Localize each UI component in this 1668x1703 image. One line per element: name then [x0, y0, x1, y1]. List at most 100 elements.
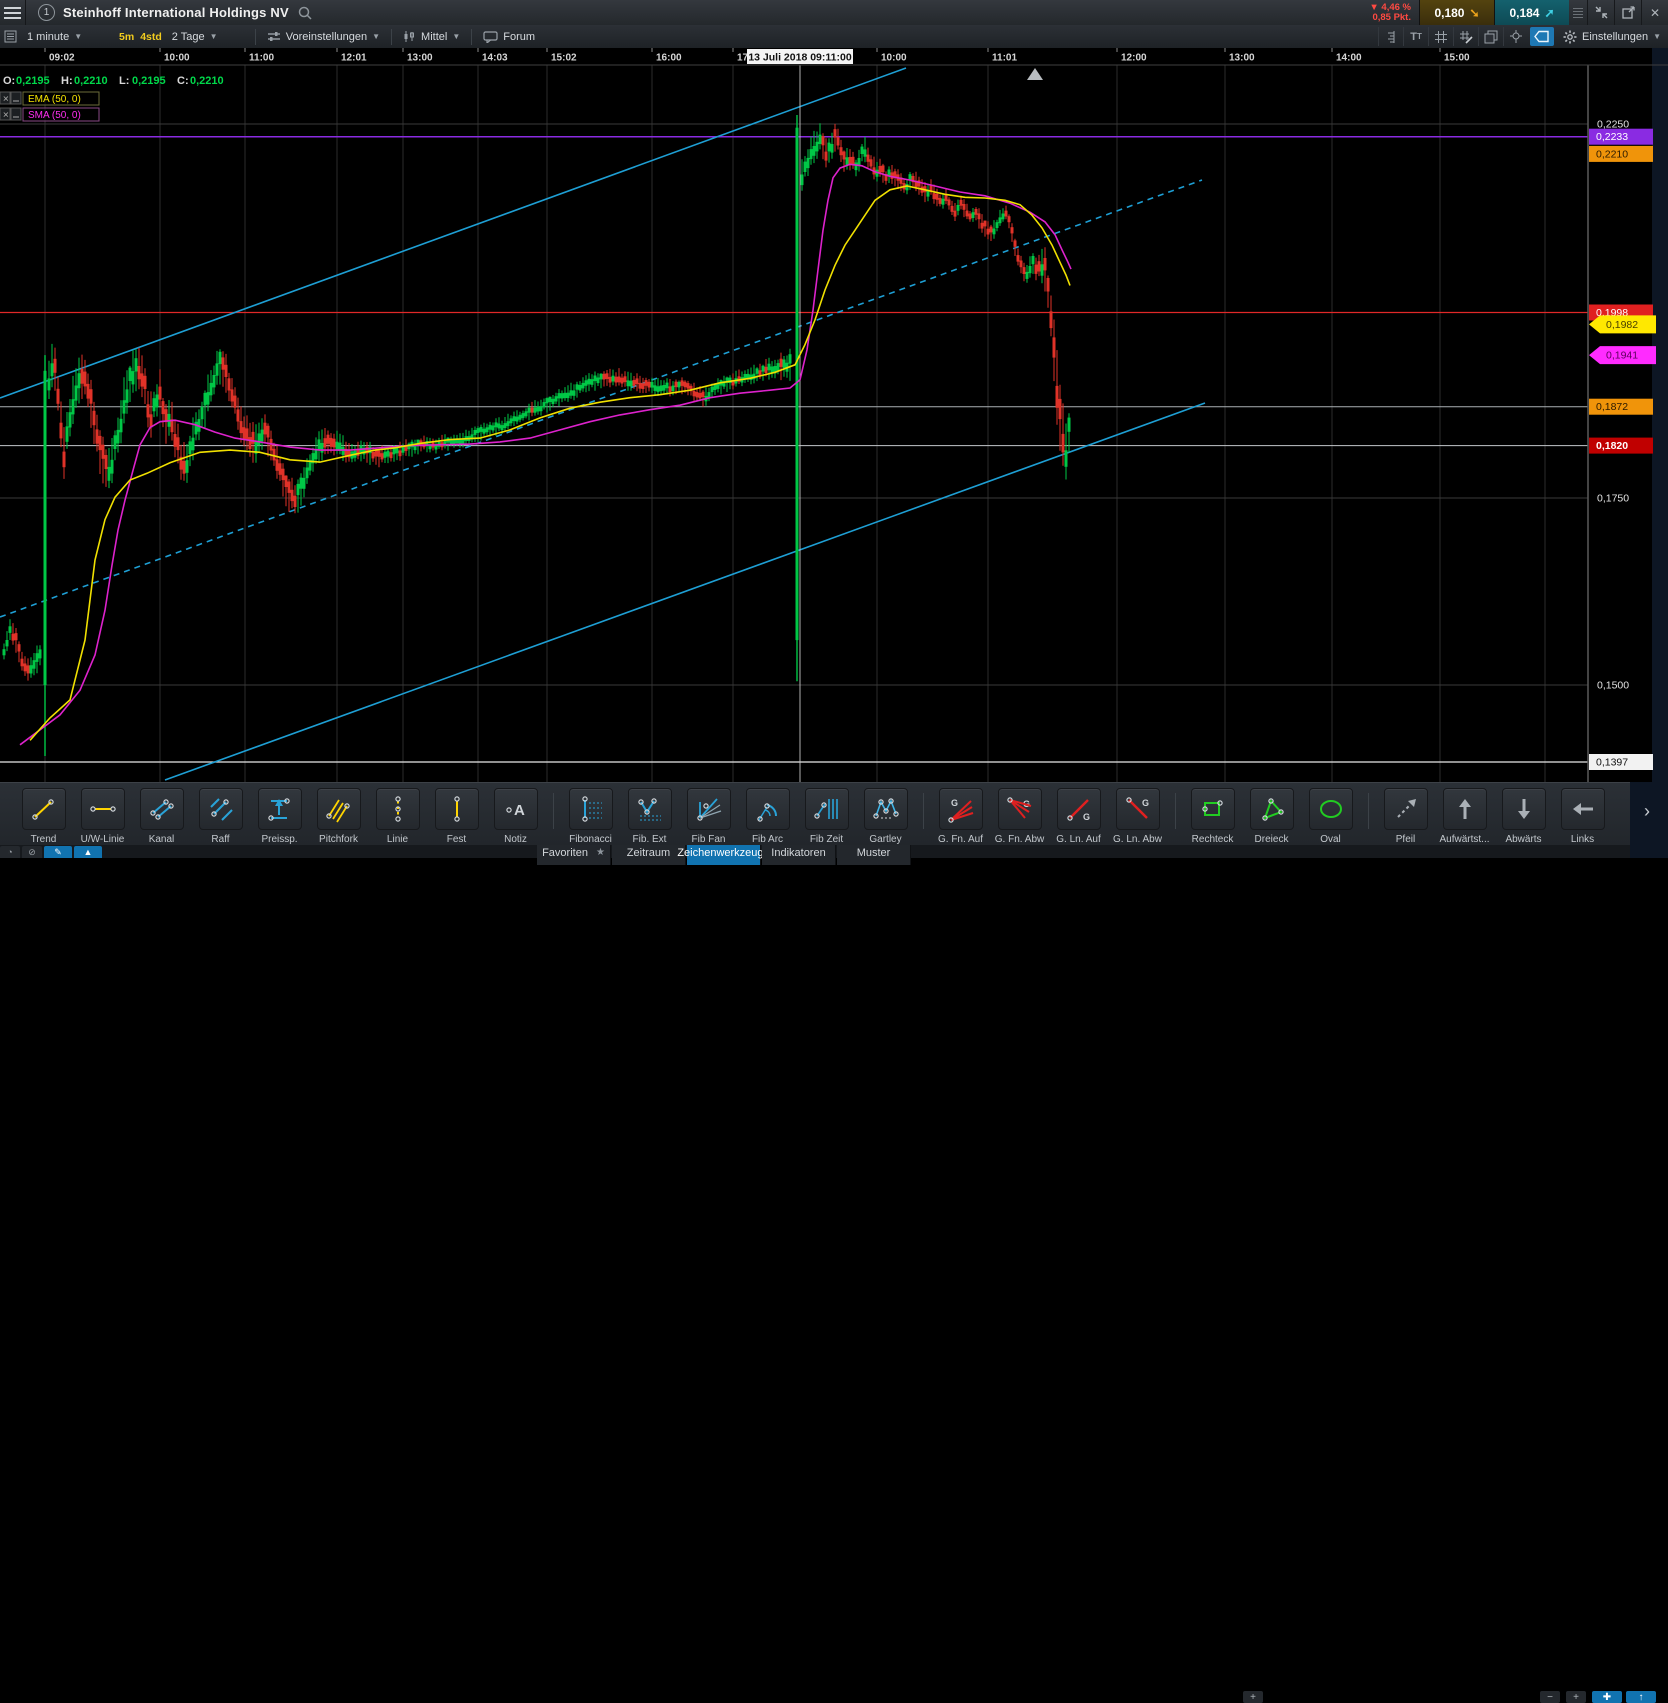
- watchlist-icon[interactable]: [0, 30, 20, 43]
- draw-tool-label: U/W-Linie: [80, 834, 125, 845]
- draw-tool-up[interactable]: Aufwärtst...: [1435, 783, 1494, 845]
- grid-icon[interactable]: [1428, 27, 1453, 46]
- draw-tool-fibfan[interactable]: Fib Fan: [679, 783, 738, 845]
- axes-mini-button[interactable]: ✚: [1592, 1691, 1622, 1703]
- star-icon[interactable]: ★: [596, 847, 605, 858]
- draw-tool-vline[interactable]: Fest: [427, 783, 486, 845]
- draw-tool-label: Fibonacci: [569, 834, 612, 845]
- draw-tool-vdash[interactable]: Linie: [368, 783, 427, 845]
- upload-mini-button[interactable]: ↑: [1626, 1691, 1656, 1703]
- tab-muster[interactable]: Muster: [837, 845, 911, 865]
- plus-mini-button[interactable]: +: [1243, 1691, 1263, 1703]
- chart-area[interactable]: 09:02 10:00 11:00 12:01 13:00 14:03 15:02 16:00…: [0, 48, 1668, 782]
- grid-edit-icon[interactable]: [1453, 27, 1478, 46]
- buy-price-button[interactable]: 0,184 ➚: [1494, 0, 1569, 25]
- range-dropdown[interactable]: 2 Tage ▼: [165, 25, 251, 48]
- chevron-down-icon: ▼: [209, 32, 218, 41]
- minus-mini-button[interactable]: −: [1540, 1691, 1560, 1703]
- draw-tool-label: Raff: [211, 834, 230, 845]
- tab-favoriten[interactable]: Favoriten ★: [537, 845, 611, 865]
- preis-icon: [267, 798, 290, 821]
- divider: [391, 28, 393, 45]
- trading-app-window: { "window": { "title": "Steinhoff Intern…: [0, 0, 1668, 1703]
- svg-text:0,2195: 0,2195: [132, 75, 166, 87]
- tab-zeitraum[interactable]: Zeitraum: [612, 845, 686, 865]
- draw-tool-label: Pfeil: [1395, 834, 1416, 845]
- toolbar-scroll-right-icon[interactable]: ›: [1634, 796, 1660, 826]
- instrument-number-icon: 1: [38, 4, 55, 21]
- draw-tool-tri[interactable]: Dreieck: [1242, 783, 1301, 845]
- tab-indikatoren[interactable]: Indikatoren: [762, 845, 836, 865]
- draw-tool-label: Fib Zeit: [809, 834, 844, 845]
- draw-tool-raff[interactable]: Raff: [191, 783, 250, 845]
- plus-mini-button[interactable]: +: [1566, 1691, 1586, 1703]
- price-tag-tool-icon[interactable]: [1530, 27, 1555, 46]
- price-chart-svg[interactable]: 09:02 10:00 11:00 12:01 13:00 14:03 15:02 16:00…: [0, 48, 1668, 782]
- draw-tool-glnauf[interactable]: G G. Ln. Auf: [1049, 783, 1108, 845]
- chart-type-dropdown[interactable]: Mittel ▼: [396, 25, 467, 48]
- draw-tool-left[interactable]: Links: [1553, 783, 1612, 845]
- disabled-mini-button[interactable]: ⊘: [22, 846, 42, 858]
- settings-dropdown[interactable]: Einstellungen ▼: [1556, 25, 1668, 48]
- draw-tool-label: Fib Fan: [691, 834, 726, 845]
- svg-text:0,1982: 0,1982: [1606, 319, 1638, 331]
- draw-tool-fibarc[interactable]: Fib Arc: [738, 783, 797, 845]
- chevron-down-icon: ▼: [372, 32, 381, 41]
- svg-text:G: G: [951, 798, 958, 808]
- draw-tool-glnabw[interactable]: G G. Ln. Abw: [1108, 783, 1167, 845]
- tab-zeichenwerkzeuge[interactable]: Zeichenwerkzeuge: [677, 845, 770, 865]
- sliders-icon: [267, 31, 280, 41]
- draw-tool-hline[interactable]: U/W-Linie: [73, 783, 132, 845]
- draw-tool-gfnabw[interactable]: G G. Fn. Abw: [990, 783, 1049, 845]
- preset-4std-button[interactable]: 4std: [137, 31, 165, 43]
- restore-window-button[interactable]: [1587, 0, 1614, 25]
- text-tool-icon[interactable]: TT: [1403, 27, 1428, 46]
- draw-tool-gartley[interactable]: Gartley: [856, 783, 915, 845]
- snap-magnet-icon[interactable]: [1503, 27, 1528, 46]
- draw-tool-preis[interactable]: Preissp.: [250, 783, 309, 845]
- svg-text:12:01: 12:01: [341, 53, 367, 64]
- draw-tool-pitch[interactable]: Pitchfork: [309, 783, 368, 845]
- eject-mini-button[interactable]: ▲: [74, 846, 102, 858]
- draw-tool-kanal[interactable]: Kanal: [132, 783, 191, 845]
- close-icon[interactable]: ✕: [1641, 0, 1668, 25]
- interval-dropdown[interactable]: 1 minute ▼: [20, 25, 116, 48]
- popout-window-button[interactable]: [1614, 0, 1641, 25]
- draw-tool-notiz[interactable]: A Notiz: [486, 783, 545, 845]
- pencil-mini-button[interactable]: ✎: [44, 846, 72, 858]
- instrument-title: Steinhoff International Holdings NV: [63, 5, 289, 20]
- down-icon: [1517, 799, 1530, 819]
- toolbar-group-divider: [1167, 783, 1183, 829]
- pfeil-icon: [1396, 799, 1416, 818]
- svg-text:0,2195: 0,2195: [16, 75, 50, 87]
- draw-tool-trend[interactable]: Trend: [14, 783, 73, 845]
- history-mini-button[interactable]: ◔: [0, 846, 20, 858]
- draw-tool-oval[interactable]: Oval: [1301, 783, 1360, 845]
- presets-dropdown[interactable]: Voreinstellungen ▼: [260, 25, 387, 48]
- draw-tool-fibzeit[interactable]: Fib Zeit: [797, 783, 856, 845]
- draw-tool-label: Links: [1570, 834, 1595, 845]
- forum-button[interactable]: Forum: [476, 25, 542, 48]
- draw-tool-gfnauf[interactable]: G G. Fn. Auf: [931, 783, 990, 845]
- draw-tool-rect[interactable]: Rechteck: [1183, 783, 1242, 845]
- draw-tool-label: Dreieck: [1254, 834, 1289, 845]
- draw-tool-label: Oval: [1320, 834, 1341, 845]
- sell-price-button[interactable]: 0,180 ➘: [1419, 0, 1494, 25]
- draw-tool-label: Abwärts: [1505, 834, 1542, 845]
- price-scale-icon[interactable]: [1378, 27, 1403, 46]
- svg-text:16:00: 16:00: [656, 53, 682, 64]
- drag-grip-icon[interactable]: [1573, 4, 1583, 22]
- draw-tool-pfeil[interactable]: Pfeil: [1376, 783, 1435, 845]
- draw-tool-fibext[interactable]: Fib. Ext: [620, 783, 679, 845]
- svg-text:G: G: [1142, 798, 1149, 808]
- preset-5m-button[interactable]: 5m: [116, 31, 137, 43]
- search-icon[interactable]: [297, 5, 313, 21]
- layers-icon[interactable]: [1478, 27, 1503, 46]
- menu-icon[interactable]: [0, 0, 26, 25]
- draw-tool-down[interactable]: Abwärts: [1494, 783, 1553, 845]
- rect-icon: [1201, 800, 1223, 816]
- svg-text:10:00: 10:00: [164, 53, 190, 64]
- draw-tool-fib[interactable]: Fibonacci: [561, 783, 620, 845]
- tri-icon: [1261, 798, 1284, 821]
- draw-tool-label: G. Ln. Abw: [1113, 834, 1162, 845]
